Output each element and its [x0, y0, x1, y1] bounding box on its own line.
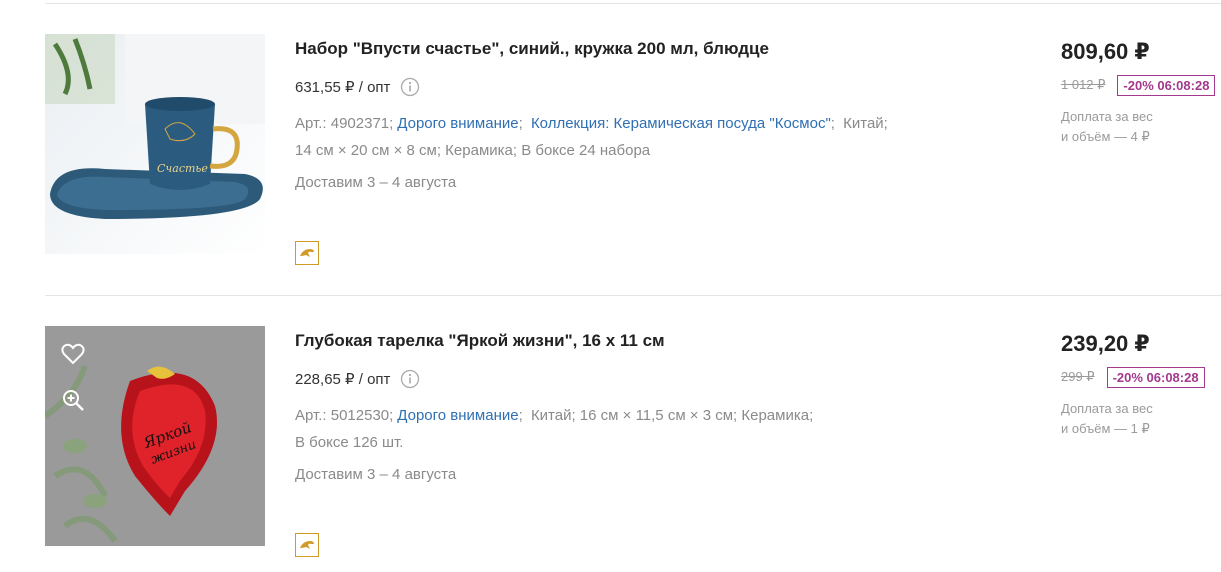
product-attributes: Арт.: 5012530; Дорого внимание; Китай; 16…: [295, 402, 995, 456]
discount-badge: -20% 06:08:28: [1106, 366, 1205, 388]
surcharge-line: и объём — 4 ₽: [1061, 129, 1150, 144]
gift-link[interactable]: Дорого внимание: [397, 115, 518, 132]
opt-price-row: 631,55 ₽ / опт: [295, 76, 995, 98]
surcharge-line: Доплата за вес: [1061, 401, 1153, 416]
product-card: Яркой жизни Глубокая тарелка "Яркой жизн…: [45, 326, 1221, 557]
delivery-date: Доставим 3 – 4 августа: [295, 174, 457, 191]
current-price: 809,60 ₽: [1061, 39, 1150, 64]
article-number: Арт.: 5012530;: [295, 407, 394, 424]
mug-set-image: Счастье: [45, 34, 265, 254]
dolphin-promo-icon[interactable]: [295, 241, 319, 265]
svg-text:Счастье: Счастье: [157, 162, 208, 175]
price-block: 239,20 ₽ 299 ₽ -20% 06:08:28 Доплата за …: [1061, 326, 1221, 439]
attr-details: 14 см × 20 см × 8 см; Керамика; В боксе …: [295, 142, 651, 159]
product-divider: [45, 295, 1221, 296]
old-price: 1 012 ₽: [1061, 77, 1106, 92]
opt-price-row: 228,65 ₽ / опт: [295, 368, 995, 390]
product-card: Счастье Набор "Впусти счастье", синий., …: [45, 34, 1221, 265]
old-price: 299 ₽: [1061, 369, 1095, 384]
attr-country: Китай;: [843, 115, 888, 132]
info-icon[interactable]: [400, 369, 420, 389]
product-attributes: Арт.: 4902371; Дорого внимание; Коллекция…: [295, 110, 995, 164]
gift-link[interactable]: Дорого внимание: [397, 407, 518, 424]
price-block: 809,60 ₽ 1 012 ₽ -20% 06:08:28 Доплата з…: [1061, 34, 1221, 147]
attr-box: В боксе 126 шт.: [295, 434, 404, 451]
article-number: Арт.: 4902371;: [295, 115, 394, 132]
product-image[interactable]: Яркой жизни: [45, 326, 265, 546]
opt-price: 631,55 ₽ / опт: [295, 79, 391, 96]
top-divider: [45, 3, 1221, 4]
surcharge-note: Доплата за вес и объём — 1 ₽: [1061, 399, 1221, 439]
zoom-in-icon[interactable]: [59, 386, 87, 414]
delivery-date: Доставим 3 – 4 августа: [295, 466, 457, 483]
collection-link[interactable]: Коллекция: Керамическая посуда "Космос": [531, 115, 831, 132]
discount-badge: -20% 06:08:28: [1117, 74, 1216, 96]
product-title[interactable]: Набор "Впусти счастье", синий., кружка 2…: [295, 38, 995, 60]
heart-icon[interactable]: [59, 340, 87, 368]
dolphin-promo-icon[interactable]: [295, 533, 319, 557]
opt-price: 228,65 ₽ / опт: [295, 371, 391, 388]
current-price: 239,20 ₽: [1061, 331, 1150, 356]
info-icon[interactable]: [400, 77, 420, 97]
product-info: Глубокая тарелка "Яркой жизни", 16 х 11 …: [295, 326, 995, 483]
attr-details: Китай; 16 см × 11,5 см × 3 см; Керамика;: [530, 407, 814, 424]
product-image[interactable]: Счастье: [45, 34, 265, 254]
product-info: Набор "Впусти счастье", синий., кружка 2…: [295, 34, 995, 191]
surcharge-note: Доплата за вес и объём — 4 ₽: [1061, 107, 1221, 147]
surcharge-line: и объём — 1 ₽: [1061, 421, 1150, 436]
product-title[interactable]: Глубокая тарелка "Яркой жизни", 16 х 11 …: [295, 330, 995, 352]
surcharge-line: Доплата за вес: [1061, 109, 1153, 124]
